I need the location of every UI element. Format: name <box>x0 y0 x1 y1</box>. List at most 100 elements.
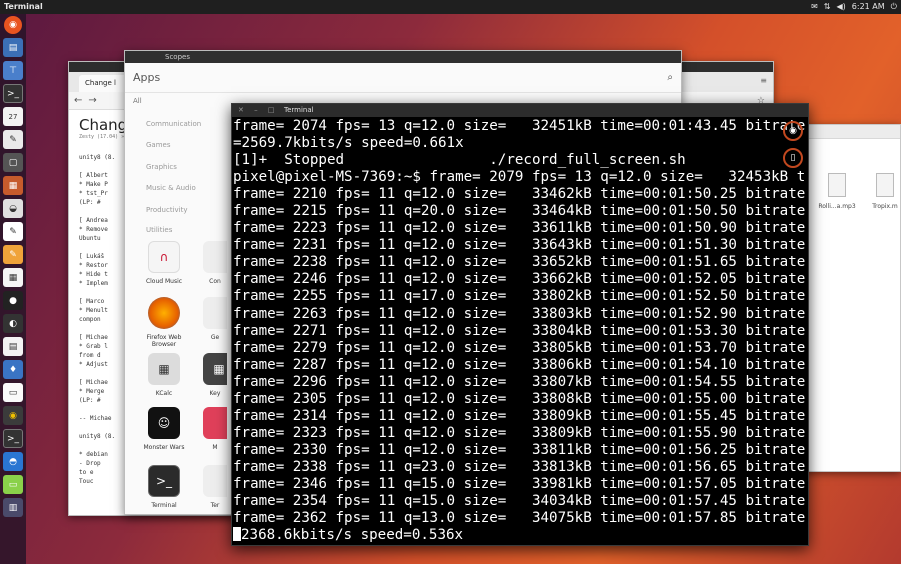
scopes-window-title: Scopes <box>165 53 190 61</box>
app-icon[interactable]: ▭ <box>3 475 23 494</box>
keyboard-icon: ▦ <box>203 353 227 385</box>
app-tile[interactable]: ∩ Cloud Music <box>134 241 194 285</box>
scopes-header: Apps ⌕ <box>125 63 681 93</box>
camera-icon[interactable]: ◉ <box>3 406 23 425</box>
terminal-icon[interactable]: >_ <box>3 84 23 103</box>
app-tile[interactable]: ☺ Monster Wars <box>134 407 194 451</box>
app-icon <box>203 241 227 273</box>
text-editor-icon[interactable]: ✎ <box>3 130 23 149</box>
calculator-icon[interactable]: ▤ <box>3 337 23 356</box>
search-icon[interactable]: ⌕ <box>667 72 673 83</box>
app-label: Ge <box>210 334 220 341</box>
files-icon[interactable]: ▦ <box>3 176 23 195</box>
apps-scope-title: Apps <box>133 71 161 84</box>
terminal-line: frame= 2362 fps= 11 q=13.0 size= 34075kB… <box>233 510 806 527</box>
bomb-icon[interactable]: ● <box>3 291 23 310</box>
calculator-icon: ▦ <box>148 353 180 385</box>
file-item-label: Tropix.m <box>872 203 898 210</box>
scopes-titlebar[interactable]: Scopes <box>125 51 681 63</box>
app-tile[interactable]: ▦ Key <box>203 353 227 397</box>
app-icon[interactable]: ▭ <box>3 383 23 402</box>
terminal-icon[interactable]: >_ <box>3 429 23 448</box>
terminal-line: frame= 2255 fps= 11 q=17.0 size= 33802kB… <box>233 288 806 305</box>
terminal-line: frame= 2074 fps= 13 q=12.0 size= 32451kB… <box>233 118 806 134</box>
top-panel: Terminal ✉ ⇅ ◀) 6:21 AM ⏻ <box>0 0 901 14</box>
app-tile[interactable]: Ter <box>203 465 227 509</box>
app-label: KCalc <box>155 390 173 397</box>
category-graphics[interactable]: Graphics <box>146 163 177 171</box>
audio-file-icon <box>876 173 894 197</box>
app-tile[interactable]: Con <box>203 241 227 285</box>
forward-icon[interactable]: → <box>88 95 96 106</box>
system-tray: ✉ ⇅ ◀) 6:21 AM ⏻ <box>811 0 897 14</box>
music-icon: ∩ <box>148 241 180 273</box>
terminal-line: frame= 2314 fps= 11 q=12.0 size= 33809kB… <box>233 407 806 424</box>
app-tile[interactable]: Firefox Web Browser <box>134 297 194 348</box>
app-tile[interactable]: >_ Terminal <box>134 465 194 509</box>
file-item-label: Rolli...a.mp3 <box>818 203 856 210</box>
terminal-line: frame= 2279 fps= 11 q=12.0 size= 33805kB… <box>233 339 806 356</box>
terminal-line: frame= 2215 fps= 11 q=20.0 size= 33464kB… <box>233 203 806 220</box>
all-filter[interactable]: All <box>133 97 142 105</box>
terminal-line: frame= 2287 fps= 11 q=12.0 size= 33806kB… <box>233 356 806 373</box>
category-music-audio[interactable]: Music & Audio <box>146 184 196 192</box>
audio-file-icon <box>828 173 846 197</box>
record-camera-icon[interactable]: ◉ <box>783 121 803 141</box>
app-tile[interactable]: ▦ KCalc <box>134 353 194 397</box>
category-games[interactable]: Games <box>146 141 171 149</box>
terminal-line: =2569.7kbits/s speed=0.661x <box>233 135 464 152</box>
browser-icon[interactable]: ◒ <box>3 199 23 218</box>
app-label: Key <box>209 390 221 397</box>
file-item[interactable]: Rolli...a.mp3 <box>817 173 857 210</box>
terminal-line: frame= 2354 fps= 11 q=15.0 size= 34034kB… <box>233 493 806 510</box>
calc-icon[interactable]: ▦ <box>3 268 23 287</box>
terminal-lines: frame= 2074 fps= 13 q=12.0 size= 32451kB… <box>233 118 808 527</box>
category-productivity[interactable]: Productivity <box>146 206 188 214</box>
category-utilities[interactable]: Utilities <box>146 226 172 234</box>
app-tile[interactable]: M <box>203 407 227 451</box>
clock[interactable]: 6:21 AM <box>852 0 885 14</box>
ubuntu-logo-icon[interactable]: ◉ <box>4 16 22 34</box>
volume-icon[interactable]: ◀) <box>837 0 846 14</box>
network-icon[interactable]: ⊤ <box>3 61 23 80</box>
window-controls[interactable]: ✕ – □ <box>238 104 278 117</box>
app-label: Con <box>209 278 221 285</box>
app-icon <box>203 465 227 497</box>
terminal-line: frame= 2231 fps= 11 q=12.0 size= 33643kB… <box>233 237 806 254</box>
terminal-line: frame= 2238 fps= 11 q=12.0 size= 33652kB… <box>233 254 806 271</box>
terminal-line: frame= 2271 fps= 11 q=12.0 size= 33804kB… <box>233 322 806 339</box>
firefox-icon[interactable]: ◓ <box>3 452 23 471</box>
category-communication[interactable]: Communication <box>146 120 201 128</box>
firefox-icon <box>148 297 180 329</box>
software-icon[interactable]: ◐ <box>3 314 23 333</box>
terminal-line: frame= 2346 fps= 11 q=15.0 size= 33981kB… <box>233 475 806 492</box>
tips-icon[interactable]: ♦ <box>3 360 23 379</box>
terminal-line: frame= 2246 fps= 11 q=12.0 size= 33662kB… <box>233 271 806 288</box>
trash-icon[interactable]: ▥ <box>3 498 23 517</box>
app-tile[interactable]: Ge <box>203 297 227 341</box>
terminal-icon: >_ <box>148 465 180 497</box>
clipboard-icon[interactable]: ▯ <box>783 148 803 168</box>
file-item[interactable]: Tropix.m <box>865 173 901 210</box>
terminal-line: [1]+ Stopped ./record_full_screen.sh <box>233 152 686 169</box>
files-icon[interactable]: ▤ <box>3 38 23 57</box>
terminal-titlebar[interactable]: ✕ – □ Terminal <box>232 104 808 117</box>
back-icon[interactable]: ← <box>74 95 82 106</box>
menu-icon[interactable]: ≡ <box>760 76 767 85</box>
terminal-line: frame= 2263 fps= 11 q=12.0 size= 33803kB… <box>233 305 806 322</box>
app-label: Terminal <box>151 502 177 509</box>
terminal-line: frame= 2210 fps= 11 q=12.0 size= 33462kB… <box>233 186 806 203</box>
mail-icon[interactable]: ✉ <box>811 0 818 14</box>
terminal-line: frame= 2338 fps= 11 q=23.0 size= 33813kB… <box>233 458 806 475</box>
writer-icon[interactable]: ✎ <box>3 222 23 241</box>
calendar-icon[interactable]: 27 <box>3 107 23 126</box>
terminal-output[interactable]: frame= 2074 fps= 13 q=12.0 size= 32451kB… <box>232 117 808 544</box>
app-icon <box>203 407 227 439</box>
browser-tab-label: Change l <box>85 79 116 87</box>
network-icon[interactable]: ⇅ <box>824 0 831 14</box>
terminal-window[interactable]: ✕ – □ Terminal frame= 2074 fps= 13 q=12.… <box>231 103 809 546</box>
impress-icon[interactable]: ✎ <box>3 245 23 264</box>
power-icon[interactable]: ⏻ <box>891 0 897 14</box>
terminal-line: frame= 2305 fps= 11 q=12.0 size= 33808kB… <box>233 390 806 407</box>
window-icon[interactable]: ▢ <box>3 153 23 172</box>
